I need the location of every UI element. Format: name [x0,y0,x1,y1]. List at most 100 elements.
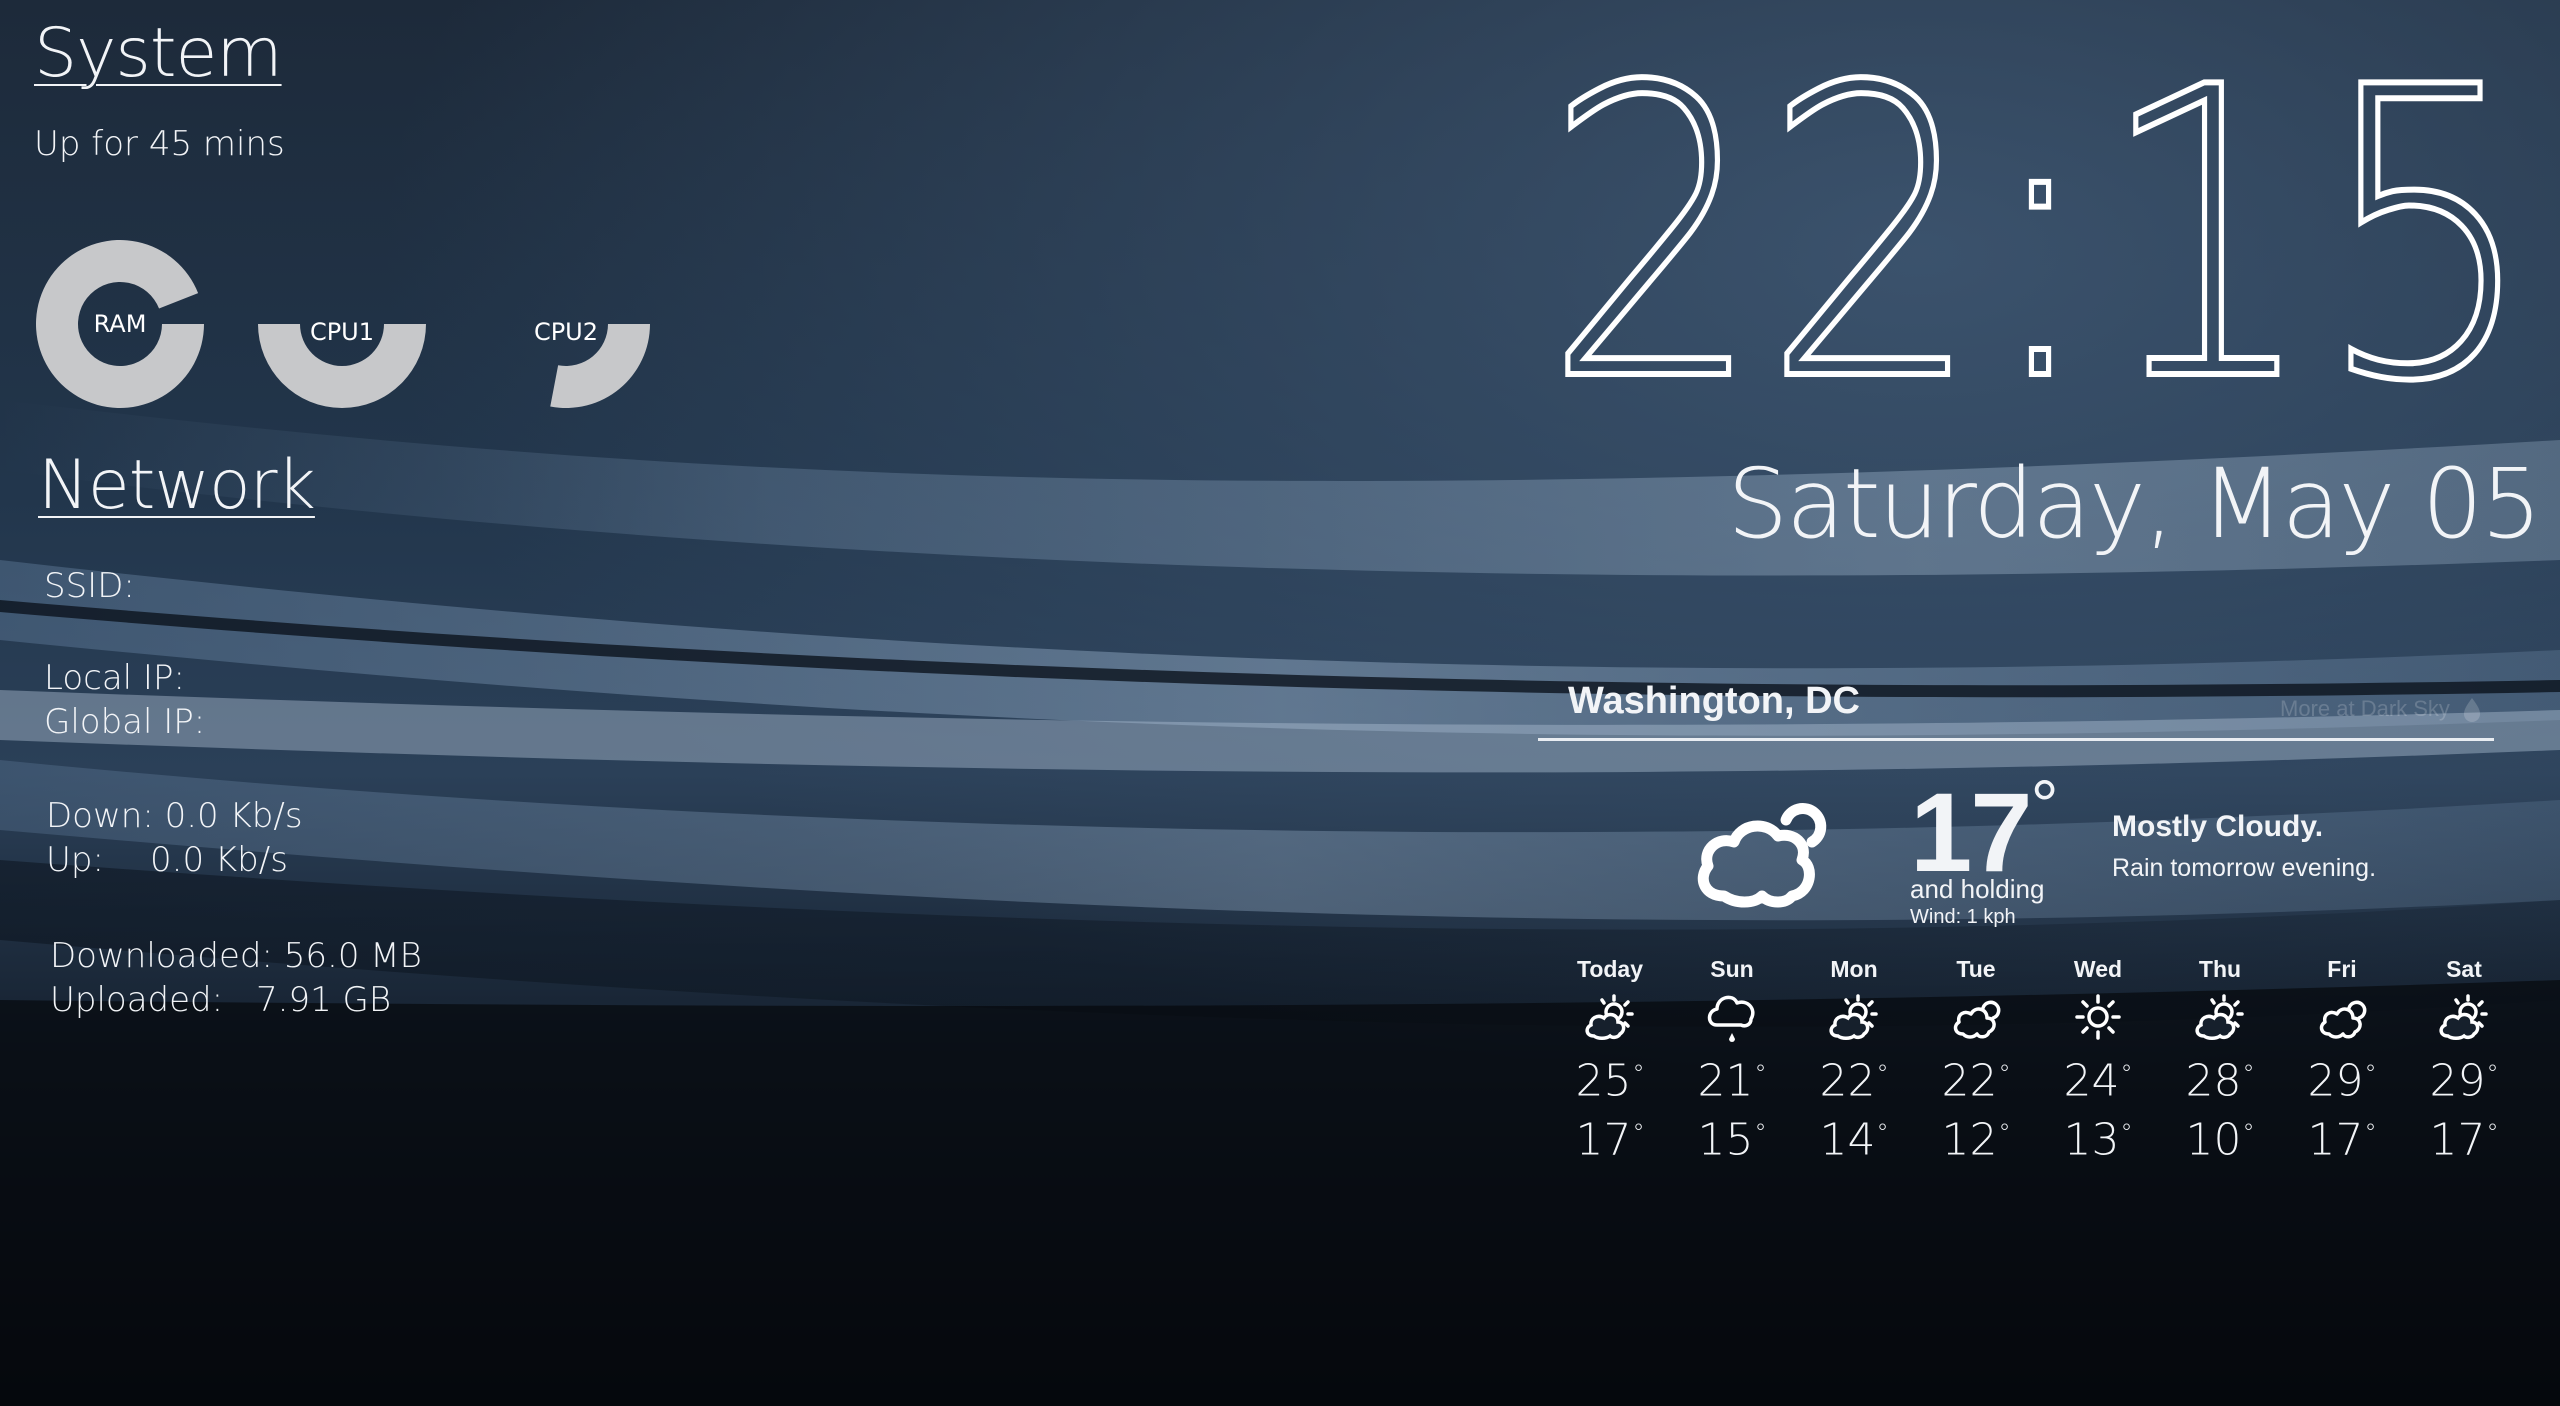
downloaded-label: Downloaded: [50,936,273,976]
cpu2-gauge-label: CPU2 [534,318,598,346]
sun-icon [2037,986,2159,1048]
forecast-low: 10° [2159,1107,2281,1166]
forecast-day-name: Tue [1956,956,1996,982]
forecast-day-name: Thu [2198,956,2242,982]
forecast-day: Fri 29° 17° [2281,956,2403,1167]
degree-symbol: ° [1632,1060,1645,1088]
degree-symbol: ° [1998,1119,2011,1148]
down-row: Down: 0.0 Kb/s [46,794,303,838]
weather-credit-link[interactable]: More at Dark Sky [2280,696,2482,724]
forecast-day: Tue 22° 12° [1915,956,2037,1167]
forecast-low-value: 17 [2307,1114,2364,1166]
forecast-low: 17° [2281,1107,2403,1166]
degree-symbol: ° [2486,1060,2499,1088]
forecast-high: 29° [2281,1048,2403,1107]
forecast-low: 17° [1549,1107,1671,1166]
forecast-low-value: 12 [1941,1114,1998,1166]
degree-symbol: ° [2242,1060,2255,1088]
partly-cloudy-icon [2403,986,2525,1048]
forecast-low-value: 17 [1575,1114,1632,1166]
partly-cloudy-icon [1793,986,1915,1048]
degree-symbol: ° [2030,766,2059,844]
weather-credit-text: More at Dark Sky [2280,696,2450,721]
degree-symbol: ° [1632,1119,1645,1148]
forecast-day-name: Wed [2073,956,2123,982]
clock-date: Saturday, May 05 [1727,448,2542,560]
degree-symbol: ° [1754,1060,1767,1088]
forecast-high-value: 21 [1697,1055,1754,1107]
global-ip-row: Global IP: [44,700,205,744]
forecast-day: Mon 22° 14° [1793,956,1915,1167]
cpu1-gauge-label: CPU1 [310,318,374,346]
forecast-low: 13° [2037,1107,2159,1166]
forecast-day-name: Sat [2446,956,2482,982]
partly-cloudy-icon [2159,986,2281,1048]
current-trend: and holding [1910,874,2045,904]
up-label: Up: [46,840,104,880]
downloaded-value: 56.0 MB [283,936,422,976]
degree-symbol: ° [1876,1060,1889,1088]
forecast-low-value: 15 [1697,1114,1754,1166]
uploaded-label: Uploaded: [50,980,224,1020]
degree-symbol: ° [1876,1119,1889,1148]
forecast-high-value: 22 [1941,1055,1998,1107]
cloud-icon [2281,986,2403,1048]
forecast-row: Today 25° 17° Sun 21° 15° Mon 22° 14° Tue 22° 12° We… [1549,956,2525,1167]
weather-city[interactable]: Washington, DC [1568,680,1860,723]
ssid-row: SSID: [44,564,135,608]
forecast-day-name: Sun [1710,956,1754,982]
clock: 22:15 [1540,1,2540,472]
downloaded-row: Downloaded: 56.0 MB [50,934,422,978]
up-value: 0.0 Kb/s [150,840,288,880]
forecast-high: 29° [2403,1048,2525,1107]
forecast-low-value: 14 [1819,1114,1876,1166]
forecast-day: Today 25° 17° [1549,956,1671,1167]
forecast-low: 14° [1793,1107,1915,1166]
weather-divider [1538,738,2494,741]
forecast-high-value: 22 [1819,1055,1876,1107]
uploaded-value: 7.91 GB [256,980,392,1020]
weather-detail: Rain tomorrow evening. [2112,854,2377,882]
weather-summary: Mostly Cloudy. [2112,810,2324,843]
ram-gauge-label: RAM [94,310,147,338]
clock-svg: 22:15 [1541,1,2539,472]
forecast-low-value: 10 [2185,1114,2242,1166]
forecast-high: 24° [2037,1048,2159,1107]
forecast-low: 15° [1671,1107,1793,1166]
network-title: Network [38,446,316,525]
partly-cloudy-icon [1549,986,1671,1048]
global-ip-label: Global IP: [44,702,206,742]
rain-icon [1671,986,1793,1048]
forecast-high-value: 24 [2063,1055,2120,1107]
forecast-day-name: Mon [1830,956,1878,982]
current-wind: Wind: 1 kph [1910,906,2016,928]
current-temp: 17° [1910,770,2059,889]
system-gauges: RAM CPU1 CPU2 [36,239,650,408]
down-label: Down: [46,796,154,836]
down-value: 0.0 Kb/s [164,796,303,836]
degree-symbol: ° [2364,1119,2377,1148]
clock-time: 22:15 [1544,70,2536,390]
forecast-high-value: 25 [1575,1055,1632,1107]
forecast-day: Wed 24° 13° [2037,956,2159,1167]
forecast-low: 12° [1915,1107,2037,1166]
dashboard: System Up for 45 mins RAM CPU1 CPU2 Networ… [0,0,2560,1406]
current-weather-icon [1697,803,1827,908]
degree-symbol: ° [1754,1119,1767,1148]
forecast-day: Sat 29° 17° [2403,956,2525,1167]
degree-symbol: ° [2120,1060,2133,1088]
up-row: Up: 0.0 Kb/s [46,838,288,882]
forecast-high: 22° [1793,1048,1915,1107]
ssid-label: SSID: [44,566,135,606]
forecast-high-value: 29 [2307,1055,2364,1107]
forecast-low-value: 17 [2429,1114,2486,1166]
degree-symbol: ° [2120,1119,2133,1148]
degree-symbol: ° [2242,1119,2255,1148]
forecast-high-value: 28 [2185,1055,2242,1107]
forecast-high-value: 29 [2429,1055,2486,1107]
forecast-high: 28° [2159,1048,2281,1107]
forecast-day-name: Fri [2327,956,2357,982]
forecast-day: Thu 28° 10° [2159,956,2281,1167]
dark-sky-icon [2462,696,2482,724]
system-title: System [34,14,283,93]
